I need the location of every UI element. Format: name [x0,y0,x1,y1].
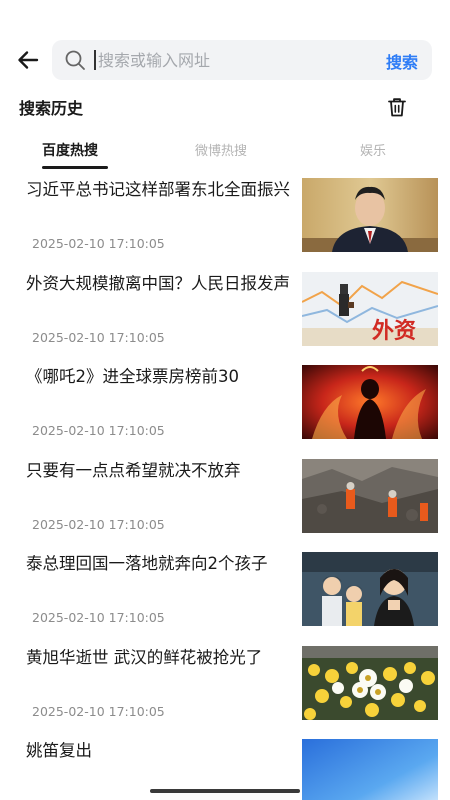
back-button[interactable] [12,44,44,76]
news-thumbnail [302,645,438,720]
news-item[interactable]: 只要有一点点希望就决不放弃 2025-02-10 17:10:05 [0,453,450,547]
news-item[interactable]: 泰总理回国一落地就奔向2个孩子 2025-02-10 17:10:05 [0,546,450,640]
search-input[interactable] [98,46,358,74]
news-timestamp: 2025-02-10 17:10:05 [32,236,165,251]
news-title: 习近平总书记这样部署东北全面振兴 [26,180,290,199]
news-timestamp: 2025-02-10 17:10:05 [32,329,165,345]
search-bar[interactable]: 搜索 [52,40,432,80]
news-thumbnail [302,552,438,626]
news-timestamp: 2025-02-10 17:10:05 [32,423,165,438]
news-timestamp: 2025-02-10 17:10:05 [32,610,165,625]
news-title: 泰总理回国一落地就奔向2个孩子 [26,554,268,573]
news-title: 外资大规模撤离中国？人民日报发声 [26,273,290,293]
text-cursor [94,50,96,70]
thumbnail-text: 外资 [372,318,416,344]
news-title: 姚笛复出 [26,741,92,760]
home-indicator [150,789,300,793]
search-icon [65,50,85,70]
news-item[interactable]: 外资大规模撤离中国？人民日报发声 2025-02-10 17:10:05 外资 [0,266,450,360]
trash-icon[interactable] [386,96,408,118]
hot-search-tabs: 百度热搜 微博热搜 娱乐 [0,136,450,172]
back-arrow-icon [18,51,39,69]
active-tab-indicator [42,166,108,169]
news-list: 习近平总书记这样部署东北全面振兴 2025-02-10 17:10:05 外资大… [0,172,450,800]
search-history-title: 搜索历史 [19,99,84,118]
news-thumbnail [302,739,438,800]
news-timestamp: 2025-02-10 17:10:05 [32,703,165,719]
news-timestamp: 2025-02-10 17:10:05 [32,516,165,532]
tab-weibo-hot[interactable]: 微博热搜 [195,140,247,159]
search-history-header: 搜索历史 [0,92,450,122]
news-title: 黄旭华逝世 武汉的鲜花被抢光了 [26,647,263,667]
news-item[interactable]: 《哪吒2》进全球票房榜前30 2025-02-10 17:10:05 [0,359,450,453]
news-title: 只要有一点点希望就决不放弃 [26,460,241,480]
news-thumbnail [302,178,438,252]
news-thumbnail [302,365,438,439]
news-item[interactable]: 黄旭华逝世 武汉的鲜花被抢光了 2025-02-10 17:10:05 [0,640,450,734]
search-button[interactable]: 搜索 [386,49,418,73]
news-thumbnail: 外资 [302,271,438,346]
news-item[interactable]: 习近平总书记这样部署东北全面振兴 2025-02-10 17:10:05 [0,172,450,266]
news-title: 《哪吒2》进全球票房榜前30 [26,367,239,386]
top-bar: 搜索 [0,38,450,82]
tab-entertainment[interactable]: 娱乐 [360,140,386,159]
news-thumbnail [302,458,438,533]
tab-baidu-hot[interactable]: 百度热搜 [42,140,98,160]
